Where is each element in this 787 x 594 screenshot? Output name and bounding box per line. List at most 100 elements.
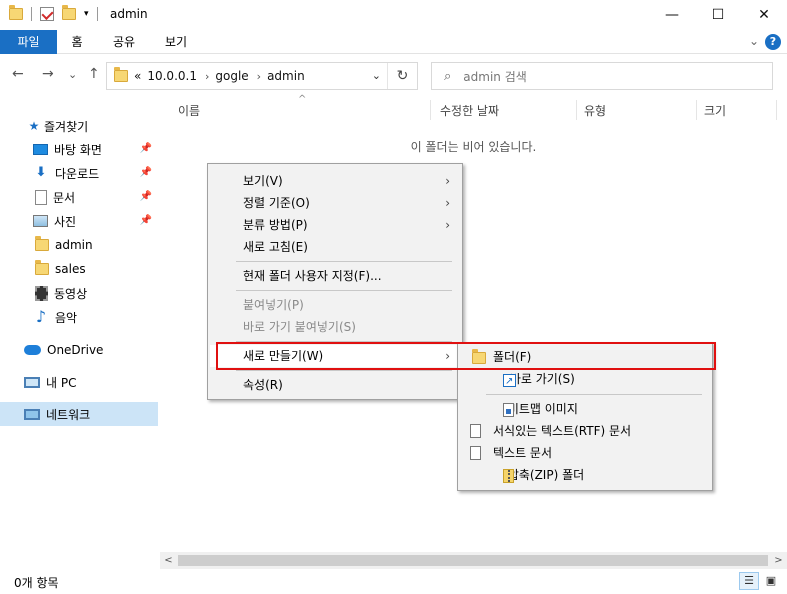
text-document-icon (470, 446, 481, 460)
address-dropdown-icon[interactable]: ⌄ (372, 69, 381, 82)
column-header-modified[interactable]: 수정한 날짜 (440, 102, 499, 119)
menu-divider (236, 261, 452, 262)
window-title: admin (110, 7, 148, 21)
music-icon: ♪ (35, 307, 47, 326)
submenu-item-rtf[interactable]: 서식있는 텍스트(RTF) 문서 (460, 420, 710, 442)
sidebar-item-documents[interactable]: 문서 📌 (0, 185, 158, 209)
expand-ribbon-icon[interactable]: ⌄ (749, 34, 759, 48)
tab-file[interactable]: 파일 (0, 30, 57, 54)
submenu-arrow-icon: › (445, 218, 450, 232)
cloud-icon (24, 345, 41, 355)
maximize-button[interactable]: ☐ (695, 0, 741, 30)
minimize-button[interactable]: — (649, 0, 695, 30)
column-header-type[interactable]: 유형 (584, 102, 606, 119)
pictures-icon (33, 215, 48, 227)
toolbar-divider (31, 7, 32, 21)
status-bar: 0개 항목 ☰ ▣ (0, 570, 787, 594)
rtf-document-icon (470, 424, 481, 438)
desktop-icon (33, 143, 48, 155)
properties-icon[interactable] (40, 7, 54, 21)
submenu-arrow-icon: › (445, 196, 450, 210)
breadcrumb-host[interactable]: 10.0.0.1 (147, 69, 197, 83)
submenu-item-text[interactable]: 텍스트 문서 (460, 442, 710, 464)
up-button[interactable]: ↑ (88, 66, 100, 82)
submenu-item-shortcut[interactable]: 바로 가기(S) (460, 368, 710, 393)
network-icon (24, 408, 40, 420)
pin-icon: 📌 (139, 191, 152, 202)
details-view-button[interactable]: ☰ (739, 572, 759, 590)
menu-item-new[interactable]: 새로 만들기(W) › (210, 345, 460, 367)
document-icon (35, 189, 47, 205)
search-box[interactable]: ⌕ admin 검색 (431, 62, 773, 90)
column-divider[interactable] (576, 100, 577, 120)
column-divider[interactable] (696, 100, 697, 120)
new-folder-icon[interactable] (62, 5, 76, 20)
recent-locations-button[interactable]: ⌄ (68, 68, 77, 81)
horizontal-scrollbar[interactable]: < > (160, 552, 787, 569)
sidebar-item-music[interactable]: ♪ 음악 (0, 305, 158, 329)
address-bar[interactable]: « 10.0.0.1 › gogle › admin ⌄ ↻ (106, 62, 418, 90)
ribbon-tabs: 파일 홈 공유 보기 ⌄ ? (0, 30, 787, 54)
submenu-item-bitmap[interactable]: 비트맵 이미지 (460, 398, 710, 420)
menu-divider (236, 290, 452, 291)
scroll-thumb[interactable] (178, 555, 768, 566)
refresh-button[interactable]: ↻ (387, 63, 417, 89)
title-bar: ▾ admin — ☐ ✕ (0, 0, 787, 30)
sidebar-item-admin[interactable]: admin (0, 233, 158, 257)
folder-icon (114, 67, 128, 82)
folder-icon (9, 5, 23, 20)
large-icons-view-button[interactable]: ▣ (761, 572, 781, 590)
submenu-item-zip[interactable]: 압축(ZIP) 폴더 (460, 464, 710, 486)
sidebar-item-desktop[interactable]: 바탕 화면 📌 (0, 137, 158, 161)
computer-icon (24, 376, 40, 388)
menu-divider (236, 341, 452, 342)
menu-item-group-by[interactable]: 분류 방법(P) › (210, 214, 460, 236)
tab-share[interactable]: 공유 (106, 30, 142, 54)
breadcrumb-chevron[interactable]: › (205, 70, 209, 83)
close-button[interactable]: ✕ (741, 0, 787, 30)
submenu-item-folder[interactable]: 폴더(F) (460, 346, 710, 368)
submenu-arrow-icon: › (445, 174, 450, 188)
menu-item-paste: 붙여넣기(P) (243, 298, 304, 312)
column-header-name[interactable]: 이름 (178, 102, 200, 119)
column-header-size[interactable]: 크기 (704, 102, 726, 119)
tab-home[interactable]: 홈 (62, 30, 92, 54)
bitmap-file-icon (503, 403, 514, 417)
customize-toolbar-dropdown[interactable]: ▾ (84, 9, 89, 19)
submenu-arrow-icon: › (445, 349, 450, 363)
sidebar-item-quick-access[interactable]: ★ 즐겨찾기 (0, 114, 158, 138)
breadcrumb-chevron[interactable]: › (257, 70, 261, 83)
breadcrumb-gogle[interactable]: gogle (215, 69, 248, 83)
sort-indicator-icon: ^ (298, 94, 307, 105)
back-button[interactable]: ← (12, 66, 24, 82)
file-explorer-window: ▾ admin — ☐ ✕ 파일 홈 공유 보기 ⌄ ? ← → ⌄ ↑ « 1… (0, 0, 787, 594)
sidebar-item-network[interactable]: 네트워크 (0, 402, 158, 426)
forward-button[interactable]: → (42, 66, 54, 82)
menu-item-sort-by[interactable]: 정렬 기준(O) › (210, 192, 460, 214)
menu-item-customize-folder[interactable]: 현재 폴더 사용자 지정(F)... (210, 265, 460, 287)
sidebar-item-onedrive[interactable]: OneDrive (0, 338, 158, 362)
tab-view[interactable]: 보기 (158, 30, 194, 54)
scroll-left-button[interactable]: < (160, 552, 177, 569)
video-icon (35, 285, 48, 301)
sidebar-item-sales[interactable]: sales (0, 257, 158, 281)
column-divider[interactable] (776, 100, 777, 120)
new-submenu: 폴더(F) 바로 가기(S) 비트맵 이미지 서식있는 텍스트(RTF) 문서 … (457, 342, 713, 491)
menu-item-properties[interactable]: 속성(R) (210, 374, 460, 396)
menu-item-view[interactable]: 보기(V) › (210, 170, 460, 192)
sidebar-item-pictures[interactable]: 사진 📌 (0, 209, 158, 233)
context-menu: 보기(V) › 정렬 기준(O) › 분류 방법(P) › 새로 고침(E) 현… (207, 163, 463, 400)
breadcrumb-overflow[interactable]: « (134, 69, 141, 83)
sidebar-item-downloads[interactable]: ⬇ 다운로드 📌 (0, 161, 158, 185)
download-icon: ⬇ (35, 165, 47, 180)
menu-item-refresh[interactable]: 새로 고침(E) (210, 236, 460, 258)
quick-access-toolbar: ▾ (9, 5, 106, 21)
column-divider[interactable] (430, 100, 431, 120)
menu-item-paste-shortcut: 바로 가기 붙여넣기(S) (243, 320, 356, 334)
sidebar-item-videos[interactable]: 동영상 (0, 281, 158, 305)
breadcrumb-admin[interactable]: admin (267, 69, 305, 83)
menu-divider (486, 394, 702, 395)
scroll-right-button[interactable]: > (770, 552, 787, 569)
help-icon[interactable]: ? (765, 34, 781, 50)
sidebar-item-this-pc[interactable]: 내 PC (0, 370, 158, 394)
